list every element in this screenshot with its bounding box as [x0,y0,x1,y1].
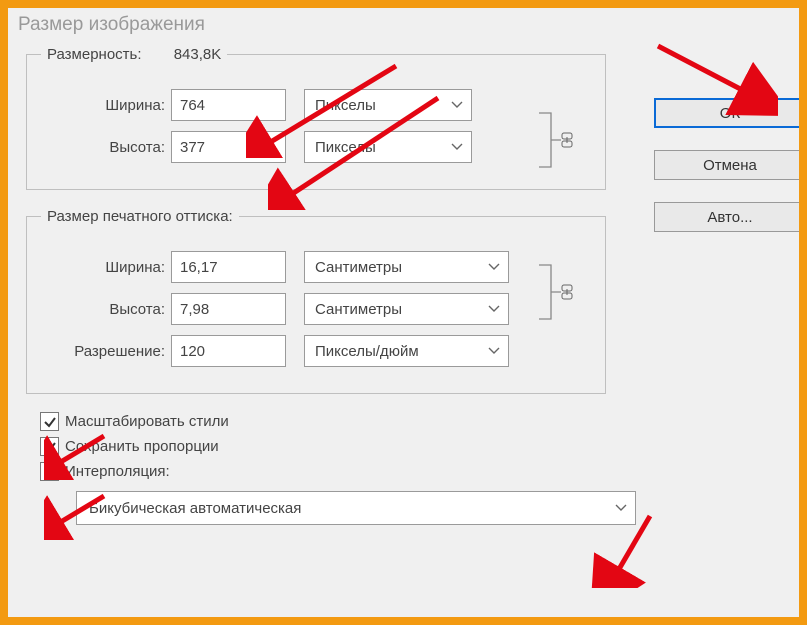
constrain-proportions-row: Сохранить пропорции [40,437,636,456]
pixel-height-input[interactable] [171,131,286,163]
resolution-unit-value: Пикселы/дюйм [315,343,419,360]
doc-width-row: Ширина: Сантиметры [41,249,591,285]
pixel-width-row: Ширина: Пикселы [41,87,591,123]
document-size-group: Размер печатного оттиска: Ширина: Сантим… [26,208,606,394]
pixel-dimensions-group: Размерность: 843,8K Ширина: Пикселы Высо… [26,46,606,190]
chevron-down-icon [488,305,500,313]
pixel-width-input[interactable] [171,89,286,121]
main-content: Размерность: 843,8K Ширина: Пикселы Высо… [8,38,799,533]
resolution-unit-select[interactable]: Пикселы/дюйм [304,335,509,367]
auto-button[interactable]: Авто... [654,202,806,232]
doc-width-label: Ширина: [41,259,171,276]
constrain-link-icon[interactable] [539,105,579,175]
resolution-input[interactable] [171,335,286,367]
pixel-height-label: Высота: [41,139,171,156]
chevron-down-icon [451,101,463,109]
doc-width-unit-value: Сантиметры [315,259,402,276]
pixel-width-label: Ширина: [41,97,171,114]
button-column: ОК Отмена Авто... [644,38,806,254]
pixel-dimensions-legend-label: Размерность: [47,46,142,63]
doc-width-input[interactable] [171,251,286,283]
chevron-down-icon [488,263,500,271]
interpolation-value: Бикубическая автоматическая [89,500,301,517]
pixel-height-unit-select[interactable]: Пикселы [304,131,472,163]
pixel-dimensions-legend-value: 843,8K [174,46,222,63]
form-column: Размерность: 843,8K Ширина: Пикселы Высо… [8,38,644,533]
cancel-button[interactable]: Отмена [654,150,806,180]
pixel-height-unit-value: Пикселы [315,139,376,156]
resample-label: Интерполяция: [65,463,170,480]
pixel-height-row: Высота: Пикселы [41,129,591,165]
ok-button[interactable]: ОК [654,98,806,128]
interpolation-select[interactable]: Бикубическая автоматическая [76,491,636,525]
chevron-down-icon [451,143,463,151]
resolution-label: Разрешение: [41,343,171,360]
chevron-down-icon [488,347,500,355]
dialog-title: Размер изображения [8,8,799,38]
doc-height-unit-value: Сантиметры [315,301,402,318]
doc-width-unit-select[interactable]: Сантиметры [304,251,509,283]
document-size-legend: Размер печатного оттиска: [41,208,239,225]
chevron-down-icon [615,504,627,512]
resample-row: Интерполяция: [40,462,636,481]
doc-height-row: Высота: Сантиметры [41,291,591,327]
scale-styles-row: Масштабировать стили [40,412,636,431]
dialog-window: Размер изображения Размерность: 843,8K Ш… [0,0,807,625]
constrain-proportions-label: Сохранить пропорции [65,438,219,455]
ok-button-label: ОК [720,105,740,122]
doc-height-unit-select[interactable]: Сантиметры [304,293,509,325]
pixel-width-unit-value: Пикселы [315,97,376,114]
cancel-button-label: Отмена [703,157,757,174]
doc-height-input[interactable] [171,293,286,325]
doc-height-label: Высота: [41,301,171,318]
pixel-width-unit-select[interactable]: Пикселы [304,89,472,121]
scale-styles-checkbox[interactable] [40,412,59,431]
auto-button-label: Авто... [707,209,752,226]
resample-checkbox[interactable] [40,462,59,481]
scale-styles-label: Масштабировать стили [65,413,229,430]
pixel-dimensions-legend: Размерность: 843,8K [41,46,227,63]
constrain-proportions-checkbox[interactable] [40,437,59,456]
resolution-row: Разрешение: Пикселы/дюйм [41,333,591,369]
constrain-link-icon[interactable] [539,257,579,327]
